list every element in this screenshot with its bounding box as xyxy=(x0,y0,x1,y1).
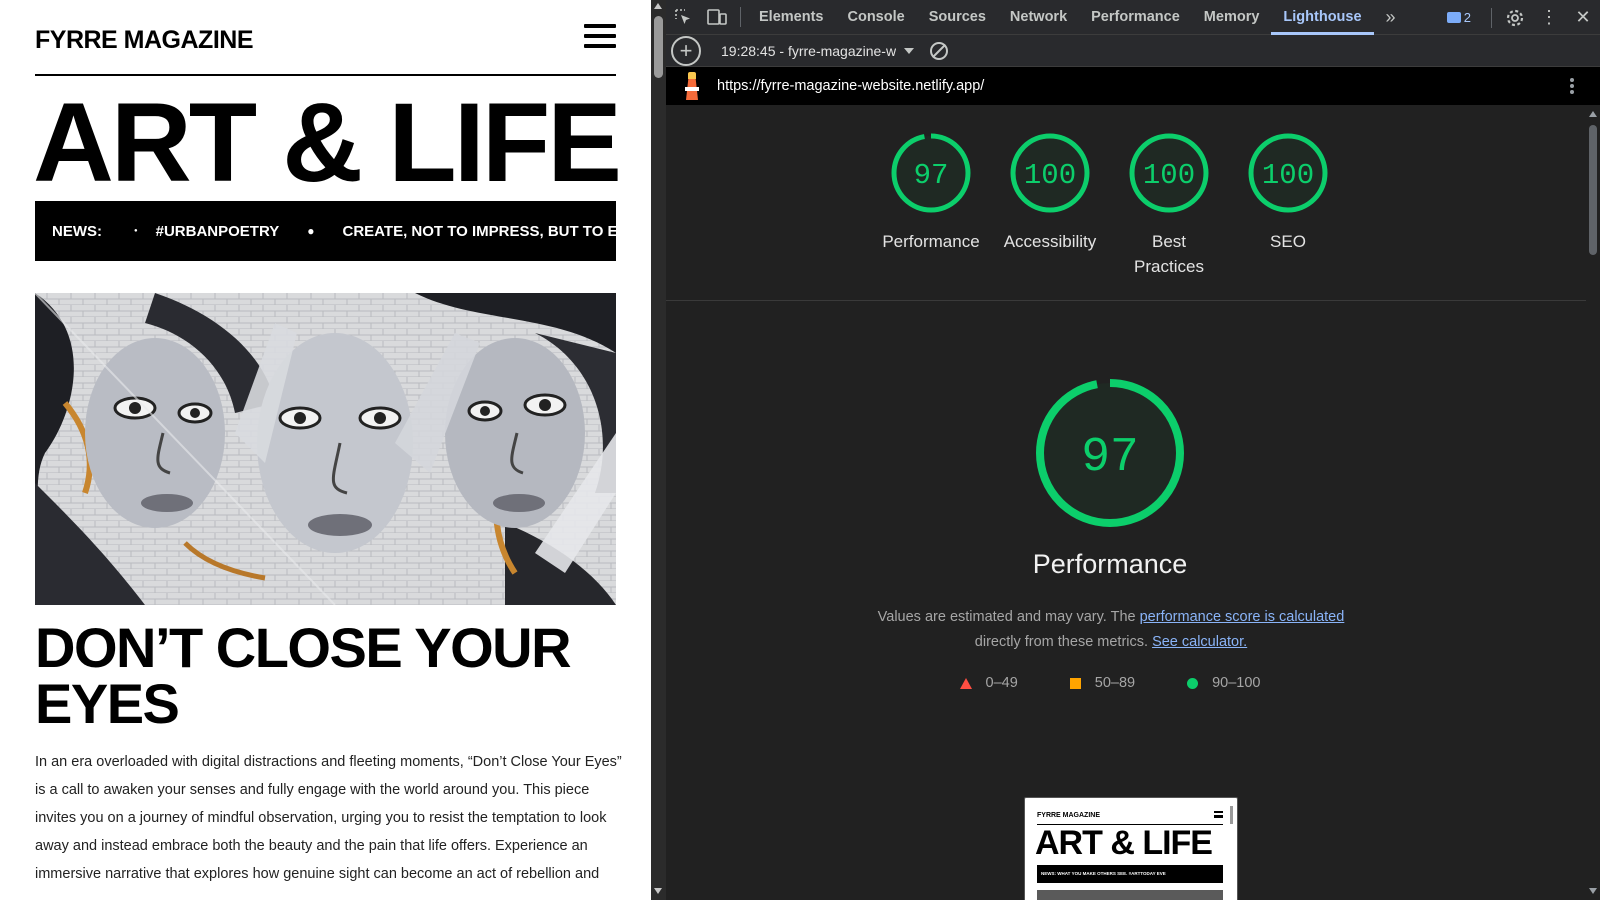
big-score-ring: 97 xyxy=(1036,379,1184,527)
lighthouse-logo-icon xyxy=(681,72,703,100)
hero-image[interactable] xyxy=(35,293,616,605)
tab-network[interactable]: Network xyxy=(998,0,1079,35)
see-calculator-link[interactable]: See calculator. xyxy=(1152,634,1247,650)
thumbnail-brand: FYRRE MAGAZINE xyxy=(1037,812,1100,819)
thumbnail-hero: ART & LIFE xyxy=(1035,824,1213,862)
tab-elements[interactable]: Elements xyxy=(747,0,835,35)
devtools-tab-bar: Elements Console Sources Network Perform… xyxy=(666,0,1600,35)
legend-range: 90–100 xyxy=(1212,675,1261,691)
ticker-separator: ● xyxy=(134,228,138,234)
toolbar-divider xyxy=(740,7,741,27)
score-value: 100 xyxy=(1262,159,1314,192)
gauge-accessibility[interactable]: 100 Accessibility xyxy=(990,131,1110,254)
scrollbar-thumb[interactable] xyxy=(1589,125,1597,255)
report-selector-value: 19:28:45 - fyrre-magazine-website.netlif… xyxy=(721,42,896,59)
settings-gear-icon[interactable] xyxy=(1498,1,1532,35)
square-icon xyxy=(1069,677,1081,689)
lighthouse-toolbar: + 19:28:45 - fyrre-magazine-website.netl… xyxy=(666,35,1600,67)
tab-performance[interactable]: Performance xyxy=(1079,0,1192,35)
score-ring: 100 xyxy=(1010,133,1090,213)
article-body: In an era overloaded with digital distra… xyxy=(35,754,622,882)
scroll-up-arrow-icon[interactable] xyxy=(654,3,662,9)
thumbnail-ticker: NEWS: WHAT YOU MAKE OTHERS SEE. #ARTTODA… xyxy=(1037,865,1223,883)
ticker-item[interactable]: CREATE, NOT TO IMPRESS, BUT TO EXPRESS xyxy=(343,223,616,240)
site-header: FYRRE MAGAZINE xyxy=(35,24,616,76)
inspect-element-icon[interactable] xyxy=(666,0,700,34)
thumbnail-menu-icon xyxy=(1214,811,1223,818)
score-value: 100 xyxy=(1143,159,1195,192)
report-url[interactable]: https://fyrre-magazine-website.netlify.a… xyxy=(717,78,984,94)
page-scrollbar[interactable] xyxy=(651,0,666,900)
report-url-bar: https://fyrre-magazine-website.netlify.a… xyxy=(666,67,1600,105)
legend-range: 0–49 xyxy=(985,675,1018,691)
tab-console[interactable]: Console xyxy=(835,0,916,35)
website-viewport: FYRRE MAGAZINE ART & LIFE NEWS: ● #URBAN… xyxy=(0,0,651,900)
issues-count: 2 xyxy=(1463,10,1471,25)
close-devtools-icon[interactable]: ✕ xyxy=(1566,1,1600,35)
note-text: directly from these metrics. xyxy=(974,634,1153,650)
more-tabs-chevron-icon[interactable]: » xyxy=(1374,0,1408,34)
triangle-icon xyxy=(959,677,972,689)
device-toolbar-icon[interactable] xyxy=(700,0,734,34)
news-ticker: NEWS: ● #URBANPOETRY ● CREATE, NOT TO IM… xyxy=(35,201,616,261)
gauge-performance[interactable]: 97 Performance xyxy=(871,131,991,254)
scrollbar-thumb[interactable] xyxy=(654,16,663,78)
devtools-panel: Elements Console Sources Network Perform… xyxy=(666,0,1600,900)
report-selector[interactable]: 19:28:45 - fyrre-magazine-website.netlif… xyxy=(721,43,916,59)
report-menu-kebab-icon[interactable] xyxy=(1570,78,1574,94)
gauge-seo[interactable]: 100 SEO xyxy=(1228,131,1348,254)
thumbnail-scrollbar xyxy=(1230,806,1233,824)
gauge-label: SEO xyxy=(1270,232,1306,251)
hero-title: ART & LIFE xyxy=(33,84,622,202)
note-text: Values are estimated and may vary. The xyxy=(877,609,1140,625)
tab-lighthouse[interactable]: Lighthouse xyxy=(1271,0,1374,35)
gauge-best-practices[interactable]: 100 Best Practices xyxy=(1109,131,1229,279)
article-title[interactable]: DON’T CLOSE YOUR EYES xyxy=(35,620,625,732)
issues-counter[interactable]: 2 xyxy=(1446,10,1471,25)
big-score-value: 97 xyxy=(1081,431,1139,485)
new-report-plus-icon[interactable]: + xyxy=(671,35,701,66)
final-screenshot-thumbnail[interactable]: FYRRE MAGAZINE ART & LIFE NEWS: WHAT YOU… xyxy=(1024,797,1238,900)
legend-range: 50–89 xyxy=(1094,675,1136,691)
issues-message-icon xyxy=(1446,12,1461,23)
tab-sources[interactable]: Sources xyxy=(917,0,998,35)
mural-faces-illustration xyxy=(35,293,616,605)
circle-icon xyxy=(1187,677,1199,689)
ticker-separator: ● xyxy=(307,224,315,238)
score-calculated-link[interactable]: performance score is calculated xyxy=(1140,609,1345,625)
legend-item-fail: 0–49 xyxy=(959,675,1018,691)
thumbnail-image xyxy=(1037,890,1223,900)
scroll-down-arrow-icon[interactable] xyxy=(1589,888,1597,894)
legend-item-average: 50–89 xyxy=(1069,675,1136,691)
chevron-down-icon xyxy=(904,47,914,54)
gauge-label: Accessibility xyxy=(1003,232,1097,251)
report-scrollbar[interactable] xyxy=(1586,105,1600,900)
scroll-down-arrow-icon[interactable] xyxy=(654,888,662,894)
score-value: 97 xyxy=(914,159,949,192)
score-gauges: 97 Performance 100 Accessibility 100 Bes… xyxy=(666,105,1586,301)
score-legend: 0–49 50–89 90–100 xyxy=(666,675,1554,691)
big-score-label: Performance xyxy=(1032,549,1188,579)
score-ring: 100 xyxy=(1129,133,1209,213)
scroll-up-arrow-icon[interactable] xyxy=(1589,111,1597,117)
site-brand[interactable]: FYRRE MAGAZINE xyxy=(35,26,254,55)
ticker-label: NEWS: xyxy=(52,222,102,240)
more-options-kebab-icon[interactable]: ⋮ xyxy=(1532,1,1566,35)
score-ring: 97 xyxy=(891,133,971,213)
ticker-item[interactable]: #URBANPOETRY xyxy=(156,223,280,240)
tab-memory[interactable]: Memory xyxy=(1192,0,1272,35)
hamburger-menu-icon[interactable] xyxy=(584,24,616,50)
score-ring: 100 xyxy=(1248,133,1328,213)
score-note: Values are estimated and may vary. The p… xyxy=(841,605,1381,655)
gauge-label: Performance xyxy=(882,232,980,251)
lighthouse-report: 97 Performance 100 Accessibility 100 Bes… xyxy=(666,105,1586,900)
clear-reports-icon[interactable] xyxy=(930,41,948,60)
score-value: 100 xyxy=(1024,159,1076,192)
gauge-label: Best Practices xyxy=(1134,232,1204,276)
performance-summary: 97 Performance xyxy=(666,375,1554,580)
legend-item-pass: 90–100 xyxy=(1187,675,1260,691)
toolbar-divider xyxy=(1491,7,1492,28)
